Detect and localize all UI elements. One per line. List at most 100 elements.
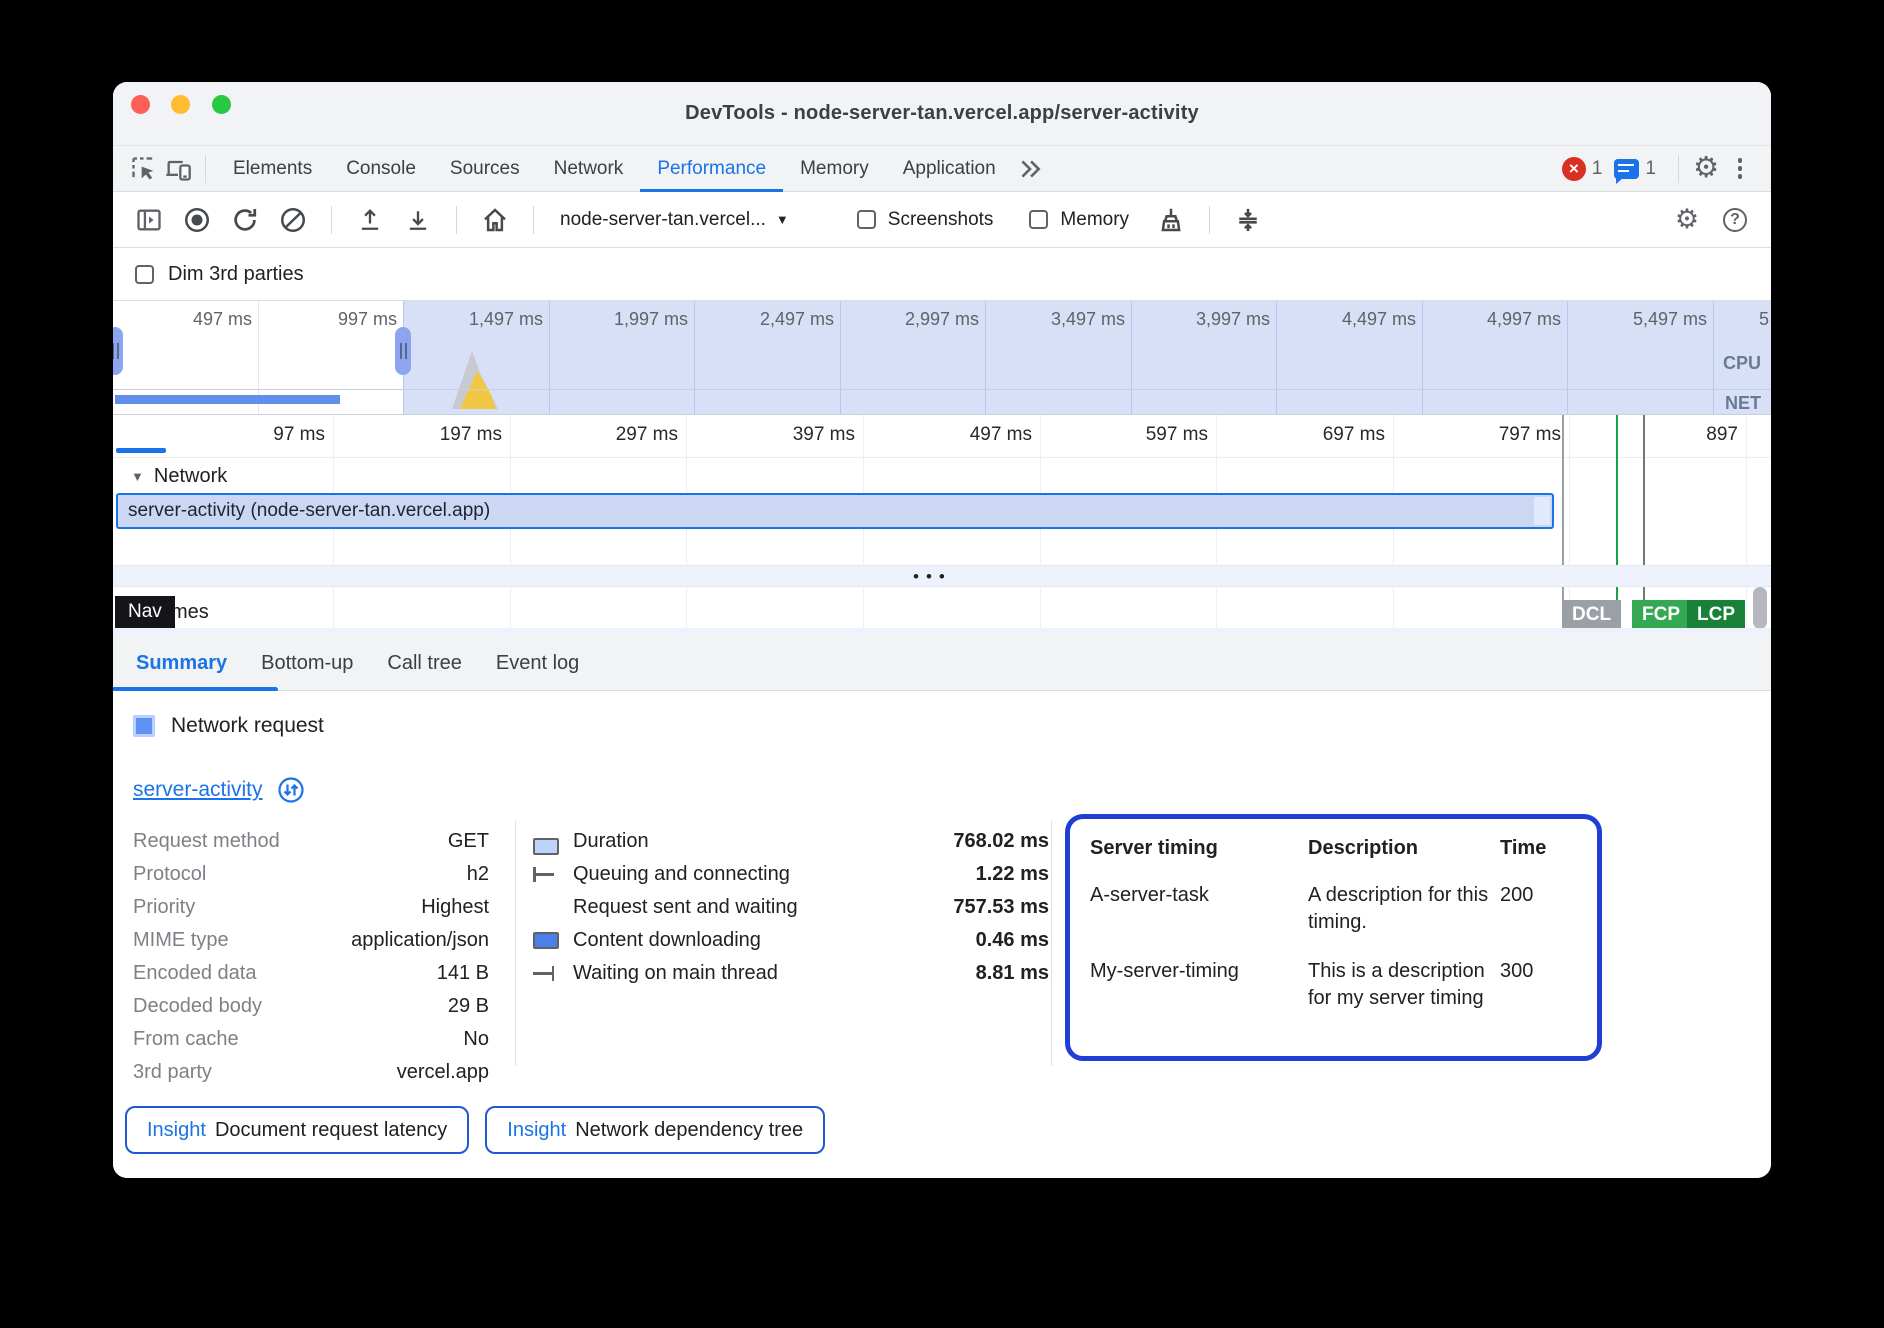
settings-gear-icon[interactable]: ⚙	[1689, 152, 1723, 186]
tab-sources[interactable]: Sources	[433, 146, 537, 192]
tab-console[interactable]: Console	[329, 146, 433, 192]
window-title: DevTools - node-server-tan.vercel.app/se…	[685, 102, 1199, 125]
collapsed-tracks-row[interactable]: •••	[113, 565, 1771, 587]
tab-network[interactable]: Network	[537, 146, 641, 192]
toggle-sidebar-icon[interactable]	[129, 200, 169, 240]
fcp-marker-line	[1616, 415, 1618, 629]
collapse-sections-icon[interactable]	[1228, 200, 1268, 240]
minimap-tick-partial: 5	[1759, 309, 1769, 330]
fcp-badge[interactable]: FCP	[1632, 600, 1690, 630]
waiting-swatch-icon	[533, 838, 559, 855]
device-toolbar-icon[interactable]	[161, 152, 195, 186]
divider	[1678, 155, 1679, 183]
minimap-left-handle[interactable]	[113, 327, 123, 375]
tab-elements[interactable]: Elements	[216, 146, 329, 192]
time-header: Time	[1500, 835, 1579, 882]
insight-chips: Insight Document request latency Insight…	[125, 1106, 825, 1154]
more-tabs-icon[interactable]	[1013, 152, 1047, 186]
tab-summary[interactable]: Summary	[119, 636, 244, 691]
target-dropdown[interactable]: node-server-tan.vercel... ▼	[560, 209, 789, 231]
divider	[331, 206, 332, 234]
legend-label: Network request	[171, 714, 324, 738]
timeline-minimap[interactable]: 497 ms 997 ms 1,497 ms 1,997 ms 2,497 ms…	[113, 300, 1771, 415]
home-icon[interactable]	[475, 200, 515, 240]
divider	[1209, 206, 1210, 234]
dock-menu-icon[interactable]	[1723, 152, 1757, 186]
server-timing-table: Server timing Description Time A-server-…	[1065, 814, 1602, 1061]
network-track-label: Network	[154, 465, 227, 488]
memory-label: Memory	[1060, 209, 1129, 231]
record-icon[interactable]	[177, 200, 217, 240]
memory-checkbox[interactable]: Memory	[1029, 209, 1129, 231]
dcl-badge[interactable]: DCL	[1562, 600, 1621, 630]
tab-performance[interactable]: Performance	[640, 146, 783, 192]
dropdown-caret-icon: ▼	[776, 212, 789, 227]
tab-call-tree[interactable]: Call tree	[370, 636, 478, 691]
request-link-row: server-activity	[133, 776, 305, 804]
legend-row: Network request	[133, 714, 324, 738]
checkbox-icon	[1029, 210, 1048, 229]
minimap-tick: 3,497 ms	[1051, 309, 1125, 330]
minimap-tick: 497 ms	[193, 309, 252, 330]
garbage-collect-icon[interactable]	[1151, 200, 1191, 240]
dim-third-parties-label: Dim 3rd parties	[168, 263, 304, 286]
screenshots-label: Screenshots	[888, 209, 994, 231]
insight-document-request-latency-button[interactable]: Insight Document request latency	[125, 1106, 469, 1154]
reload-record-icon[interactable]	[225, 200, 265, 240]
tab-memory[interactable]: Memory	[783, 146, 886, 192]
net-lane-label: NET	[1725, 393, 1761, 414]
timeline-tracks: 97 ms 197 ms 297 ms 397 ms 497 ms 597 ms…	[113, 415, 1771, 636]
minimap-tick: 997 ms	[338, 309, 397, 330]
property-row: Encoded data141 B	[133, 957, 489, 990]
minimap-tick: 1,497 ms	[469, 309, 543, 330]
nav-tooltip-badge: Nav	[115, 596, 175, 628]
property-row: MIME typeapplication/json	[133, 924, 489, 957]
description-header: Description	[1308, 835, 1492, 882]
network-request-swatch-icon	[133, 715, 155, 737]
network-request-bar[interactable]: server-activity (node-server-tan.vercel.…	[116, 493, 1554, 529]
net-activity-bar	[115, 395, 340, 404]
network-request-bar-label: server-activity (node-server-tan.vercel.…	[128, 500, 490, 522]
performance-settings-gear-icon[interactable]: ⚙	[1667, 200, 1707, 240]
tab-bottom-up[interactable]: Bottom-up	[244, 636, 370, 691]
screenshots-checkbox[interactable]: Screenshots	[857, 209, 994, 231]
ruler-tick: 397 ms	[793, 424, 855, 446]
inspect-element-icon[interactable]	[127, 152, 161, 186]
reveal-in-network-icon[interactable]	[277, 776, 305, 804]
cpu-lane-label: CPU	[1723, 353, 1761, 374]
tab-event-log[interactable]: Event log	[479, 636, 596, 691]
summary-panel: Network request server-activity Request …	[113, 691, 1771, 1178]
timing-row: Duration768.02 ms	[533, 825, 1049, 858]
request-link[interactable]: server-activity	[133, 778, 263, 802]
server-timing-header: Server timing	[1090, 835, 1300, 882]
timing-row: Content downloading0.46 ms	[533, 924, 1049, 957]
upload-profile-icon[interactable]	[350, 200, 390, 240]
clear-icon[interactable]	[273, 200, 313, 240]
lcp-badge[interactable]: LCP	[1687, 600, 1745, 630]
dcl-marker-line	[1562, 415, 1564, 629]
disclosure-triangle-icon: ▼	[131, 469, 144, 484]
request-timings: Duration768.02 ms Queuing and connecting…	[533, 825, 1049, 990]
download-profile-icon[interactable]	[398, 200, 438, 240]
issues-icon[interactable]	[1614, 159, 1639, 179]
maximize-window-button[interactable]	[212, 95, 231, 114]
divider	[533, 206, 534, 234]
timeline-scrollbar-thumb[interactable]	[1753, 587, 1767, 629]
minimap-right-handle[interactable]	[395, 327, 411, 375]
main-thread-whisker-icon	[533, 966, 554, 981]
tab-application[interactable]: Application	[886, 146, 1013, 192]
error-count-icon[interactable]: ×	[1562, 157, 1586, 181]
server-timing-description: A description for this timing.	[1308, 882, 1492, 958]
minimap-tick: 2,997 ms	[905, 309, 979, 330]
network-track-header[interactable]: ▼ Network	[131, 465, 227, 488]
dim-third-parties-checkbox[interactable]	[135, 265, 154, 284]
ellipsis-icon: •••	[913, 567, 952, 587]
help-icon[interactable]: ?	[1715, 200, 1755, 240]
devtools-window: DevTools - node-server-tan.vercel.app/se…	[113, 82, 1771, 1178]
minimize-window-button[interactable]	[171, 95, 190, 114]
server-timing-time: 300	[1500, 958, 1579, 1034]
close-window-button[interactable]	[131, 95, 150, 114]
network-track-indicator	[116, 448, 166, 453]
insight-network-dependency-tree-button[interactable]: Insight Network dependency tree	[485, 1106, 825, 1154]
performance-toolbar: node-server-tan.vercel... ▼ Screenshots …	[113, 192, 1771, 248]
